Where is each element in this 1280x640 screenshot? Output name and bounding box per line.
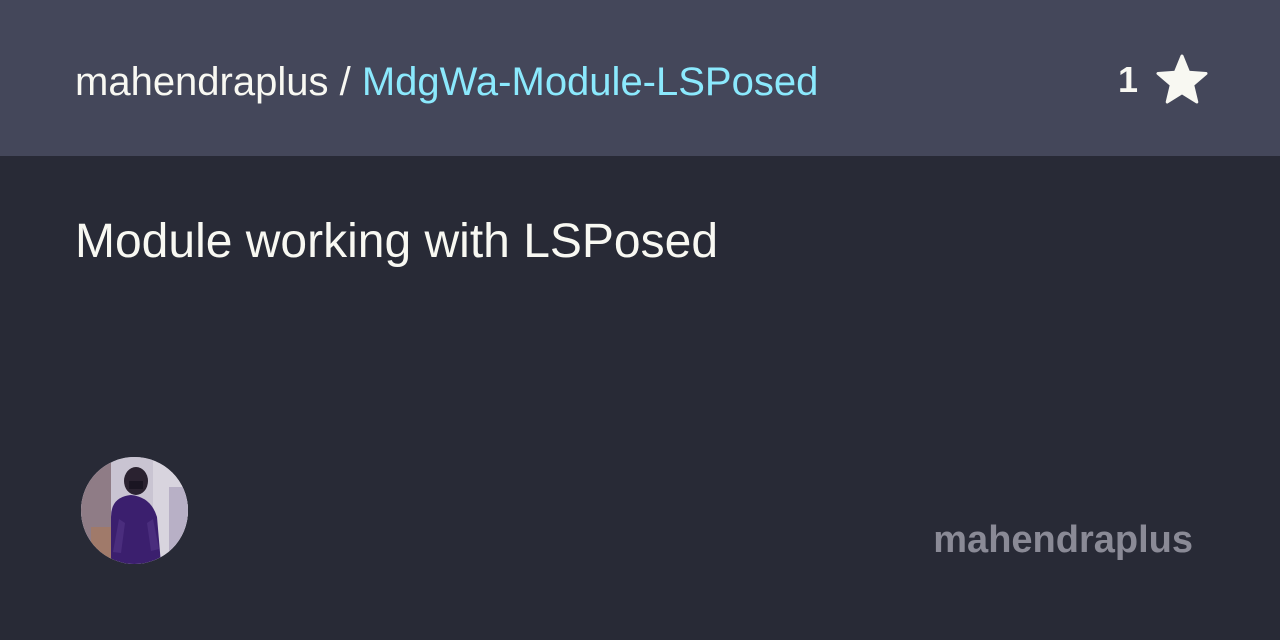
star-count: 1 (1117, 59, 1138, 100)
repo-name[interactable]: MdgWa-Module-LSPosed (362, 60, 819, 104)
path-separator: / (328, 60, 362, 104)
avatar[interactable] (81, 457, 188, 564)
header-bar: mahendraplus / MdgWa-Module-LSPosed 1 (0, 0, 1280, 156)
avatar-photo (81, 457, 188, 564)
repo-owner[interactable]: mahendraplus (75, 60, 329, 104)
repo-description: Module working with LSPosed (75, 215, 719, 268)
star-icon (1156, 54, 1208, 104)
footer-username[interactable]: mahendraplus (933, 518, 1193, 562)
repo-path: mahendraplus / MdgWa-Module-LSPosed (75, 56, 818, 108)
star-counter[interactable]: 1 (1118, 52, 1210, 108)
